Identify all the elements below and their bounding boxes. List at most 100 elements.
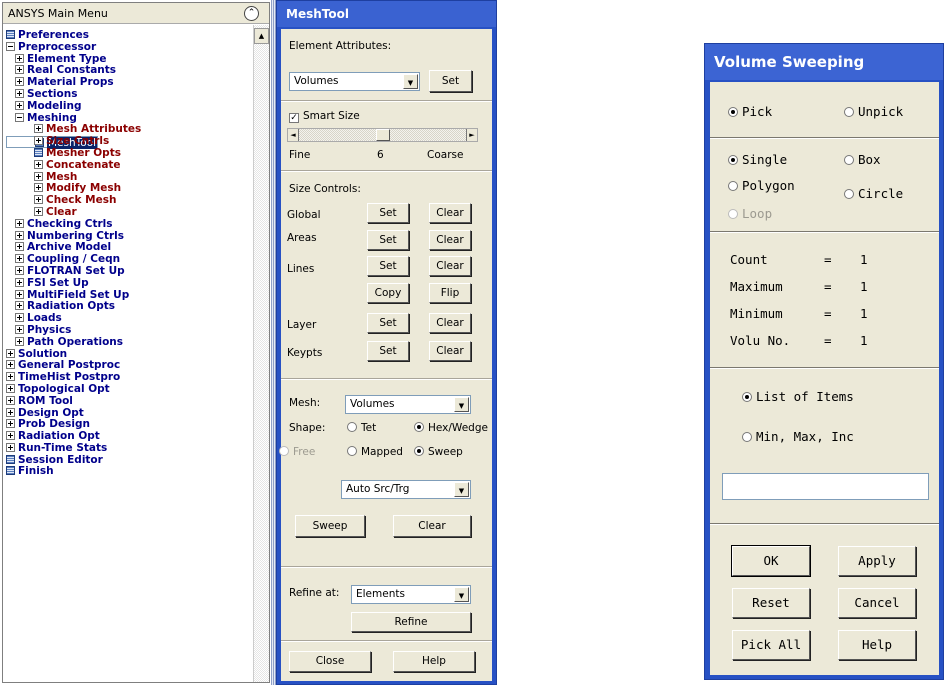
radio-selected-icon[interactable]	[728, 155, 738, 165]
single-radio[interactable]: Single	[728, 152, 787, 167]
smart-size-slider[interactable]: ◄ ►	[287, 128, 478, 142]
menu-item[interactable]: Concatenate	[6, 159, 252, 172]
menu-item[interactable]: Mesh Attributes	[6, 123, 252, 136]
smart-size-checkbox[interactable]: ✓ Smart Size	[289, 110, 360, 123]
pick-input-field[interactable]	[722, 473, 929, 500]
mapped-radio[interactable]: Mapped	[347, 446, 403, 458]
menu-item[interactable]: Check Mesh	[6, 194, 252, 207]
menu-item[interactable]: Size Cntrls	[6, 135, 252, 148]
expand-icon[interactable]	[15, 324, 24, 334]
expand-icon[interactable]	[15, 53, 24, 63]
radio-icon[interactable]	[844, 155, 854, 165]
expand-icon[interactable]	[15, 230, 24, 240]
expand-icon[interactable]	[15, 242, 24, 252]
mesh-type-select[interactable]: Volumes ▼	[345, 395, 471, 414]
expand-icon[interactable]	[34, 159, 43, 169]
radio-icon[interactable]	[347, 422, 357, 432]
ok-button[interactable]: OK	[731, 545, 811, 577]
help-button[interactable]: Help	[393, 651, 475, 672]
expand-icon[interactable]	[34, 195, 43, 205]
radio-selected-icon[interactable]	[414, 422, 424, 432]
chevron-down-icon[interactable]: ▼	[403, 74, 418, 89]
expand-icon[interactable]	[15, 301, 24, 311]
set-attributes-button[interactable]: Set	[429, 70, 472, 92]
menu-item[interactable]: Mesh	[6, 171, 252, 184]
radio-selected-icon[interactable]	[742, 392, 752, 402]
global-clear-button[interactable]: Clear	[429, 203, 471, 223]
areas-clear-button[interactable]: Clear	[429, 230, 471, 250]
slider-thumb[interactable]	[375, 129, 390, 141]
lines-set-button[interactable]: Set	[367, 256, 409, 276]
expand-icon[interactable]	[6, 372, 15, 382]
expand-icon[interactable]	[6, 395, 15, 405]
list-of-items-radio[interactable]: List of Items	[742, 389, 854, 404]
expand-icon[interactable]	[15, 336, 24, 346]
expand-icon[interactable]	[34, 124, 43, 134]
double-chevron-up-icon[interactable]: ⌃	[244, 6, 259, 21]
main-menu-scrollbar[interactable]: ▲	[253, 25, 269, 682]
cancel-button[interactable]: Cancel	[838, 588, 916, 618]
expand-icon[interactable]	[15, 218, 24, 228]
slider-right-arrow-icon[interactable]: ►	[466, 129, 477, 141]
sweep-radio[interactable]: Sweep	[414, 446, 463, 458]
hexwedge-radio[interactable]: Hex/Wedge	[414, 422, 488, 434]
flip-button[interactable]: Flip	[429, 283, 471, 303]
close-button[interactable]: Close	[289, 651, 371, 672]
pick-all-button[interactable]: Pick All	[732, 630, 810, 660]
expand-icon[interactable]	[15, 254, 24, 264]
unpick-radio[interactable]: Unpick	[844, 104, 903, 119]
expand-icon[interactable]	[6, 407, 15, 417]
expand-icon[interactable]	[6, 419, 15, 429]
expand-icon[interactable]	[6, 442, 15, 452]
box-radio[interactable]: Box	[844, 152, 881, 167]
lines-clear-button[interactable]: Clear	[429, 256, 471, 276]
circle-radio[interactable]: Circle	[844, 186, 903, 201]
expand-icon[interactable]	[15, 100, 24, 110]
expand-icon[interactable]	[34, 136, 43, 146]
chevron-down-icon[interactable]: ▼	[454, 482, 469, 497]
radio-selected-icon[interactable]	[728, 107, 738, 117]
menu-item[interactable]: Finish	[6, 466, 252, 478]
radio-icon[interactable]	[844, 107, 854, 117]
slider-left-arrow-icon[interactable]: ◄	[288, 129, 299, 141]
expand-icon[interactable]	[34, 206, 43, 216]
collapse-icon[interactable]	[15, 112, 24, 122]
radio-selected-icon[interactable]	[414, 446, 424, 456]
chevron-down-icon[interactable]: ▼	[454, 587, 469, 602]
menu-item[interactable]: Mesher Opts	[6, 147, 252, 160]
collapse-icon[interactable]	[6, 41, 15, 51]
help-button[interactable]: Help	[838, 630, 916, 660]
radio-icon[interactable]	[728, 181, 738, 191]
polygon-radio[interactable]: Polygon	[728, 178, 795, 193]
expand-icon[interactable]	[15, 313, 24, 323]
expand-icon[interactable]	[15, 65, 24, 75]
keypts-clear-button[interactable]: Clear	[429, 341, 471, 361]
tet-radio[interactable]: Tet	[347, 422, 376, 434]
scroll-up-button[interactable]: ▲	[254, 28, 269, 44]
reset-button[interactable]: Reset	[732, 588, 810, 618]
radio-icon[interactable]	[844, 189, 854, 199]
menu-item[interactable]: Modify Mesh	[6, 182, 252, 195]
clear-mesh-button[interactable]: Clear	[393, 515, 471, 537]
global-set-button[interactable]: Set	[367, 203, 409, 223]
expand-icon[interactable]	[6, 348, 15, 358]
expand-icon[interactable]	[34, 171, 43, 181]
expand-icon[interactable]	[6, 431, 15, 441]
areas-set-button[interactable]: Set	[367, 230, 409, 250]
copy-button[interactable]: Copy	[367, 283, 409, 303]
layer-set-button[interactable]: Set	[367, 313, 409, 333]
expand-icon[interactable]	[34, 183, 43, 193]
expand-icon[interactable]	[15, 88, 24, 98]
expand-icon[interactable]	[15, 277, 24, 287]
apply-button[interactable]: Apply	[838, 546, 916, 576]
check-icon[interactable]: ✓	[289, 113, 299, 123]
expand-icon[interactable]	[15, 77, 24, 87]
refine-at-select[interactable]: Elements ▼	[351, 585, 471, 604]
sweep-button[interactable]: Sweep	[295, 515, 365, 537]
expand-icon[interactable]	[15, 265, 24, 275]
refine-button[interactable]: Refine	[351, 612, 471, 632]
radio-icon[interactable]	[742, 432, 752, 442]
layer-clear-button[interactable]: Clear	[429, 313, 471, 333]
min-max-inc-radio[interactable]: Min, Max, Inc	[742, 429, 854, 444]
keypts-set-button[interactable]: Set	[367, 341, 409, 361]
